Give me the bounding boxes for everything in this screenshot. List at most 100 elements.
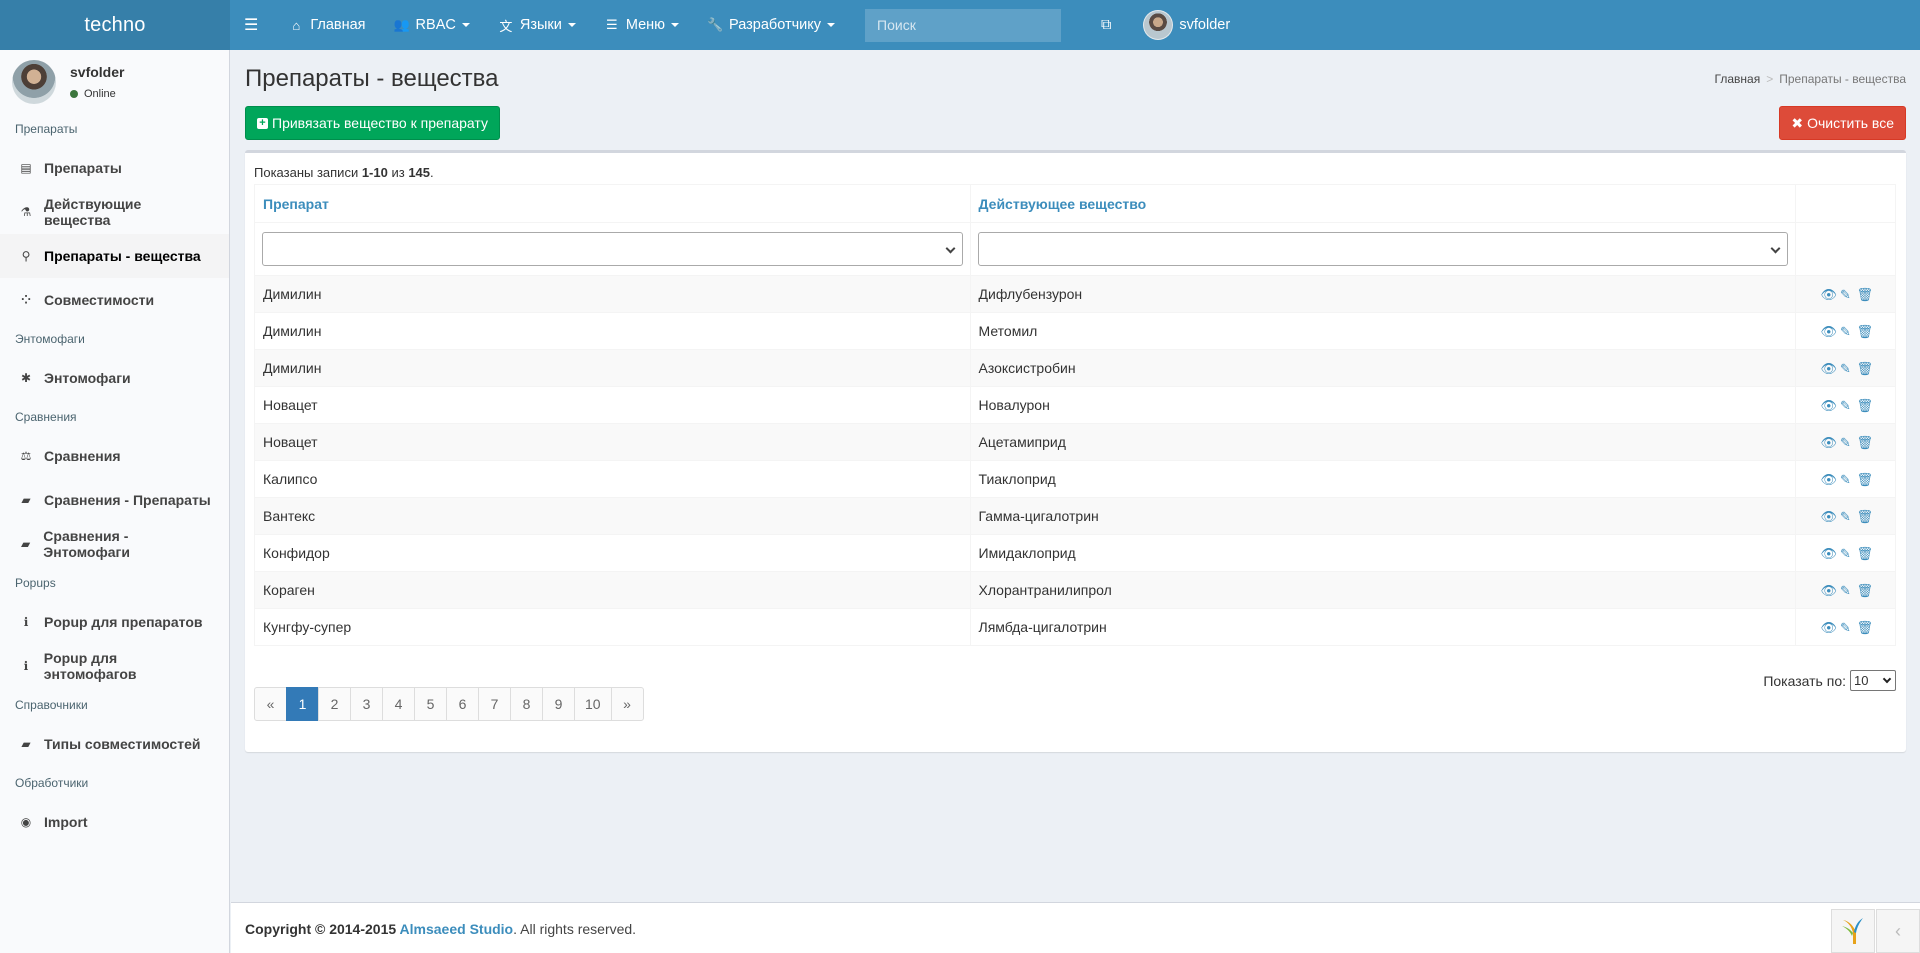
view-icon[interactable]: 👁 xyxy=(1821,324,1838,340)
bars-icon: ☰ xyxy=(606,17,618,32)
edit-icon[interactable]: ✎ xyxy=(1839,509,1853,525)
delete-icon[interactable]: 🗑 xyxy=(1857,361,1874,377)
sidebar-item[interactable]: ◉ Import xyxy=(0,800,229,844)
sidebar-item[interactable]: ✱ Энтомофаги xyxy=(0,356,229,400)
sidebar-toggle-button[interactable]: ☰ xyxy=(230,0,274,50)
sidebar-item-label: Препараты xyxy=(44,160,122,176)
delete-icon[interactable]: 🗑 xyxy=(1857,583,1874,599)
info-icon: ℹ xyxy=(23,615,29,629)
cell-actions: 👁 ✎ 🗑 xyxy=(1795,275,1896,313)
nav-languages-dropdown[interactable]: 文 Языки xyxy=(484,0,590,50)
delete-icon[interactable]: 🗑 xyxy=(1857,546,1874,562)
sidebar: svfolder Online Препараты ▤ Препараты ⚗ Дейс… xyxy=(0,50,230,953)
cell-actions: 👁 ✎ 🗑 xyxy=(1795,386,1896,424)
filter-cell xyxy=(969,222,1797,276)
user-name: svfolder xyxy=(70,64,125,80)
close-icon: ✖ xyxy=(1791,114,1804,131)
sidebar-item[interactable]: ℹ Popup для препаратов xyxy=(0,600,229,644)
edit-icon[interactable]: ✎ xyxy=(1839,620,1853,636)
view-icon[interactable]: 👁 xyxy=(1821,509,1838,525)
yii-logo-icon xyxy=(1842,918,1863,944)
delete-icon[interactable]: 🗑 xyxy=(1857,509,1874,525)
edit-icon[interactable]: ✎ xyxy=(1839,583,1853,599)
page-size-select[interactable]: 10 xyxy=(1850,670,1896,691)
delete-icon[interactable]: 🗑 xyxy=(1857,472,1874,488)
pagination-page[interactable]: 1 xyxy=(286,687,319,721)
debug-toolbar-collapse-button[interactable]: ‹ xyxy=(1876,909,1920,953)
pagination-page[interactable]: 5 xyxy=(414,687,447,721)
nav-developer-dropdown[interactable]: 🔧 Разработчику xyxy=(693,0,849,50)
delete-icon[interactable]: 🗑 xyxy=(1857,398,1874,414)
pagination-page[interactable]: 10 xyxy=(574,687,612,721)
pagination-page[interactable]: 3 xyxy=(350,687,383,721)
view-icon[interactable]: 👁 xyxy=(1821,287,1838,303)
sidebar-item[interactable]: ⁘ Совместимости xyxy=(0,278,229,322)
delete-icon[interactable]: 🗑 xyxy=(1857,435,1874,451)
view-icon[interactable]: 👁 xyxy=(1821,398,1838,414)
cell-substance: Тиаклоприд xyxy=(969,460,1797,498)
pagination-page[interactable]: 2 xyxy=(318,687,351,721)
column-header-substance[interactable]: Действующее вещество xyxy=(969,184,1797,223)
pagination-next[interactable]: » xyxy=(610,687,644,721)
breadcrumb-home[interactable]: Главная xyxy=(1715,72,1761,86)
edit-icon[interactable]: ✎ xyxy=(1839,472,1853,488)
external-link-button[interactable]: ⧉ xyxy=(1083,0,1129,50)
nav-rbac-dropdown[interactable]: 👥 RBAC xyxy=(380,0,484,50)
cell-actions: 👁 ✎ 🗑 xyxy=(1795,312,1896,350)
pagination-page[interactable]: 7 xyxy=(478,687,511,721)
edit-icon[interactable]: ✎ xyxy=(1839,435,1853,451)
avatar xyxy=(1143,10,1174,40)
delete-icon[interactable]: 🗑 xyxy=(1857,324,1874,340)
edit-icon[interactable]: ✎ xyxy=(1839,398,1853,414)
table-row: Димилин Азоксистробин 👁 ✎ 🗑 xyxy=(254,349,1896,387)
cell-actions: 👁 ✎ 🗑 xyxy=(1795,571,1896,609)
cell-substance: Имидаклоприд xyxy=(969,534,1797,572)
edit-icon[interactable]: ✎ xyxy=(1839,546,1853,562)
app-logo[interactable]: techno xyxy=(0,0,230,50)
language-icon: 文 xyxy=(499,18,513,34)
sidebar-item[interactable]: ⚗ Действующие вещества xyxy=(0,190,229,234)
view-icon[interactable]: 👁 xyxy=(1821,583,1838,599)
delete-icon[interactable]: 🗑 xyxy=(1857,287,1874,303)
sidebar-item[interactable]: ℹ Popup для энтомофагов xyxy=(0,644,229,688)
column-header-actions xyxy=(1795,184,1896,223)
user-menu-name: svfolder xyxy=(1179,17,1231,33)
nav-menu-dropdown[interactable]: ☰ Меню xyxy=(590,0,693,50)
substance-filter-select[interactable] xyxy=(977,232,1788,266)
clear-all-button[interactable]: ✖ Очистить все xyxy=(1779,106,1906,140)
edit-icon[interactable]: ✎ xyxy=(1839,361,1853,377)
sidebar-item[interactable]: ▰ Типы совместимостей xyxy=(0,722,229,766)
column-header-drug[interactable]: Препарат xyxy=(254,184,971,223)
view-icon[interactable]: 👁 xyxy=(1821,435,1838,451)
edit-icon[interactable]: ✎ xyxy=(1839,287,1853,303)
pagination-page[interactable]: 6 xyxy=(446,687,479,721)
cell-actions: 👁 ✎ 🗑 xyxy=(1795,497,1896,535)
delete-icon[interactable]: 🗑 xyxy=(1857,620,1874,636)
sidebar-item[interactable]: ▰ Сравнения - Препараты xyxy=(0,478,229,522)
view-icon[interactable]: 👁 xyxy=(1821,546,1838,562)
sidebar-item[interactable]: ▰ Сравнения - Энтомофаги xyxy=(0,522,229,566)
user-menu[interactable]: svfolder xyxy=(1129,0,1244,50)
brand-link[interactable]: Almsaeed Studio xyxy=(400,921,514,937)
view-icon[interactable]: 👁 xyxy=(1821,472,1838,488)
view-icon[interactable]: 👁 xyxy=(1821,620,1838,636)
table-row: Димилин Дифлубензурон 👁 ✎ 🗑 xyxy=(254,275,1896,313)
add-link-button[interactable]: + Привязать вещество к препарату xyxy=(245,106,500,140)
nav-home[interactable]: ⌂ Главная xyxy=(274,0,379,50)
sidebar-item[interactable]: ⚲ Препараты - вещества xyxy=(0,234,229,278)
pagination-prev[interactable]: « xyxy=(254,687,287,721)
sidebar-item[interactable]: ▤ Препараты xyxy=(0,146,229,190)
sidebar-section-header: Сравнения xyxy=(15,410,77,424)
balance-icon: ⚖ xyxy=(20,449,32,463)
sidebar-section-header: Обработчики xyxy=(15,776,89,790)
edit-icon[interactable]: ✎ xyxy=(1839,324,1853,340)
drug-filter-select[interactable] xyxy=(262,232,963,266)
view-icon[interactable]: 👁 xyxy=(1821,361,1838,377)
yii-debug-toolbar-button[interactable] xyxy=(1831,909,1875,953)
pagination-page[interactable]: 8 xyxy=(510,687,543,721)
book-icon: ▰ xyxy=(21,493,31,507)
pagination-page[interactable]: 4 xyxy=(382,687,415,721)
pagination-page[interactable]: 9 xyxy=(542,687,575,721)
search-input[interactable]: Поиск xyxy=(865,8,1062,42)
sidebar-item[interactable]: ⚖ Сравнения xyxy=(0,434,229,478)
